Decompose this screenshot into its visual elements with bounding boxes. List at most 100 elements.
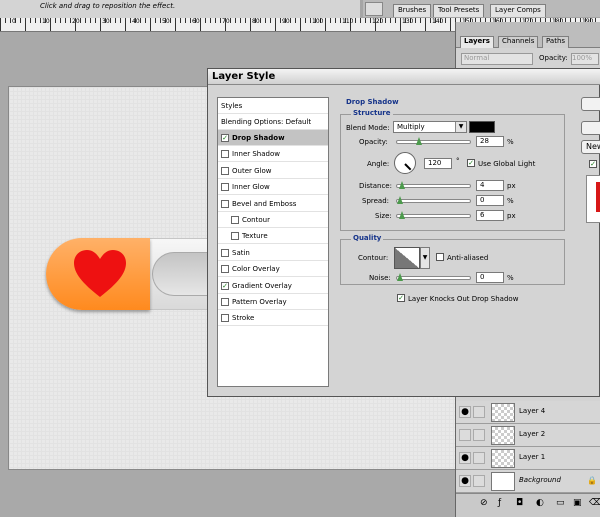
style-checkbox[interactable]	[221, 248, 229, 257]
chevron-down-icon: ▼	[455, 122, 466, 132]
panel-well: Brushes Tool Presets Layer Comps	[363, 0, 600, 17]
style-item[interactable]: ✓ Gradient Overlay	[218, 278, 328, 294]
spread-slider[interactable]	[396, 196, 471, 204]
layer-opacity-field[interactable]: 100%	[571, 53, 599, 65]
tab-tool-presets[interactable]: Tool Presets	[433, 4, 485, 17]
style-item[interactable]: Inner Glow	[218, 179, 328, 196]
tab-paths[interactable]: Paths	[542, 36, 570, 48]
style-item[interactable]: ✓ Drop Shadow	[218, 130, 328, 146]
link-layers-icon[interactable]: ⊘	[480, 498, 488, 508]
eye-icon-hidden[interactable]	[459, 429, 471, 441]
tab-layer-comps[interactable]: Layer Comps	[490, 4, 546, 17]
noise-input[interactable]: 0	[476, 272, 504, 283]
new-layer-icon[interactable]: ▣	[573, 498, 582, 508]
ruler-tick	[110, 18, 111, 23]
link-box[interactable]	[473, 452, 485, 464]
style-checkbox[interactable]	[221, 199, 229, 208]
style-item-label: Texture	[242, 232, 268, 241]
knockout-checkbox[interactable]: ✓	[397, 294, 405, 302]
eye-icon[interactable]: ●	[459, 406, 471, 418]
style-item[interactable]: Satin	[218, 245, 328, 261]
contour-dropdown[interactable]: ▼	[420, 247, 430, 269]
ruler-tick	[340, 18, 341, 23]
angle-dial[interactable]	[394, 152, 416, 174]
opacity-input[interactable]: 28	[476, 136, 504, 147]
style-checkbox[interactable]	[231, 232, 239, 241]
trash-icon[interactable]: ⌫	[589, 498, 600, 508]
style-item[interactable]: Bevel and Emboss	[218, 196, 328, 212]
style-checkbox[interactable]	[231, 216, 239, 224]
style-item[interactable]: Color Overlay	[218, 261, 328, 278]
layer-thumbnail	[491, 449, 515, 468]
style-item[interactable]: Contour	[218, 212, 328, 228]
mask-icon[interactable]: ◘	[516, 498, 523, 508]
style-checkbox[interactable]	[221, 150, 229, 159]
angle-input[interactable]: 120	[424, 158, 452, 169]
ruler-tick	[0, 18, 1, 31]
new-style-button[interactable]: New	[581, 140, 600, 154]
layer-row[interactable]: ● Background 🔒	[456, 470, 600, 493]
new-group-icon[interactable]: ▭	[556, 498, 565, 508]
adjustment-layer-icon[interactable]: ◐	[536, 498, 544, 508]
style-item[interactable]: Texture	[218, 228, 328, 245]
size-slider[interactable]	[396, 211, 471, 219]
layer-row[interactable]: ● Layer 4	[456, 401, 600, 424]
style-checkbox[interactable]	[221, 314, 229, 323]
cancel-button[interactable]	[581, 121, 600, 135]
knockout-label: Layer Knocks Out Drop Shadow	[408, 295, 519, 303]
ok-button[interactable]	[581, 97, 600, 111]
tab-layers[interactable]: Layers	[460, 36, 494, 48]
style-item[interactable]: Stroke	[218, 310, 328, 327]
anti-aliased-checkbox[interactable]	[436, 253, 444, 261]
styles-header[interactable]: Styles	[218, 98, 328, 114]
eye-icon[interactable]: ●	[459, 452, 471, 464]
preview-checkbox[interactable]: ✓	[589, 160, 597, 168]
layer-blend-mode-select[interactable]: Normal	[461, 53, 533, 65]
style-checkbox[interactable]: ✓	[221, 281, 229, 290]
link-box[interactable]	[473, 406, 485, 418]
use-global-light-label: Use Global Light	[478, 160, 536, 168]
ruler-number: 10	[42, 18, 50, 25]
brush-icon[interactable]	[365, 2, 383, 16]
ruler-tick	[50, 18, 51, 31]
style-checkbox[interactable]	[221, 183, 229, 192]
tab-channels[interactable]: Channels	[498, 36, 539, 48]
ruler-tick	[200, 18, 201, 31]
distance-input[interactable]: 4	[476, 180, 504, 191]
style-item[interactable]: Pattern Overlay	[218, 294, 328, 310]
noise-label: Noise:	[369, 274, 391, 282]
shadow-color-swatch[interactable]	[469, 121, 495, 133]
style-checkbox[interactable]: ✓	[221, 134, 229, 142]
blending-options-item[interactable]: Blending Options: Default	[218, 114, 328, 130]
ruler-tick	[335, 18, 336, 23]
layer-row[interactable]: Layer 2	[456, 424, 600, 447]
ruler-tick	[445, 18, 446, 23]
dialog-title[interactable]: Layer Style	[208, 69, 600, 85]
ruler-tick	[390, 18, 391, 23]
ruler-tick	[415, 18, 416, 23]
use-global-light-checkbox[interactable]: ✓	[467, 159, 475, 167]
link-box[interactable]	[473, 475, 485, 487]
style-checkbox[interactable]	[221, 166, 229, 175]
ruler-tick	[400, 18, 401, 31]
noise-slider[interactable]	[396, 273, 471, 281]
style-checkbox[interactable]	[221, 265, 229, 274]
blend-mode-select[interactable]: Multiply ▼	[393, 121, 467, 133]
eye-icon[interactable]: ●	[459, 475, 471, 487]
contour-picker[interactable]	[394, 247, 420, 269]
style-item[interactable]: Outer Glow	[218, 163, 328, 179]
layer-style-icon[interactable]: ƒ	[498, 498, 501, 508]
style-item[interactable]: Inner Shadow	[218, 146, 328, 163]
ruler-number: 120	[372, 18, 384, 25]
layers-panel-header[interactable]	[456, 22, 600, 34]
ruler-tick	[185, 18, 186, 23]
size-input[interactable]: 6	[476, 210, 504, 221]
tab-brushes[interactable]: Brushes	[393, 4, 432, 17]
spread-input[interactable]: 0	[476, 195, 504, 206]
opacity-slider[interactable]	[396, 137, 471, 145]
distance-slider[interactable]	[396, 181, 471, 189]
styles-list: Styles Blending Options: Default ✓ Drop S…	[217, 97, 329, 387]
link-box[interactable]	[473, 429, 485, 441]
layer-row[interactable]: ● Layer 1	[456, 447, 600, 470]
style-checkbox[interactable]	[221, 298, 229, 306]
